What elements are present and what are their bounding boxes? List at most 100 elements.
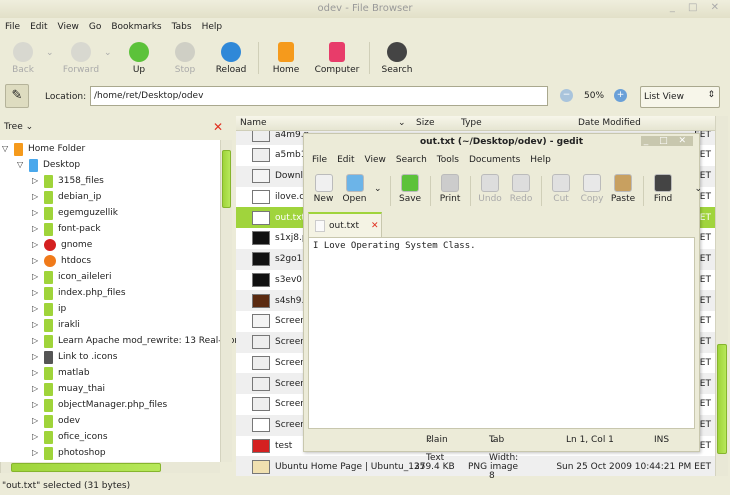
tree-item[interactable]: ▷ objectManager.php_files bbox=[32, 397, 167, 413]
column-name[interactable]: Name bbox=[240, 118, 267, 128]
tree-item[interactable]: ▽ Desktop bbox=[17, 157, 80, 173]
tab-width-select[interactable]: Tab Width: 8 ⌄ bbox=[489, 431, 518, 481]
collapsed-triangle-icon[interactable]: ▷ bbox=[32, 349, 44, 365]
tree-item[interactable]: ▷ icon_aileleri bbox=[32, 269, 111, 285]
gedit-menu-tools[interactable]: Tools bbox=[437, 152, 459, 168]
tree-item[interactable]: ▷ gnome bbox=[32, 237, 92, 253]
home-button[interactable]: Home bbox=[263, 38, 309, 75]
gedit-menu-view[interactable]: View bbox=[365, 152, 386, 168]
forward-button[interactable]: Forward bbox=[58, 38, 104, 75]
column-size[interactable]: Size bbox=[416, 118, 434, 128]
collapsed-triangle-icon[interactable]: ▷ bbox=[32, 365, 44, 381]
gedit-find-button[interactable]: Find bbox=[648, 172, 679, 210]
gedit-menu-documents[interactable]: Documents bbox=[469, 152, 520, 168]
column-date[interactable]: Date Modified bbox=[578, 118, 641, 128]
language-select[interactable]: Plain Text ⌄ bbox=[426, 431, 448, 463]
scrollbar-thumb[interactable] bbox=[222, 150, 231, 208]
collapsed-triangle-icon[interactable]: ▷ bbox=[32, 237, 44, 253]
column-type[interactable]: Type bbox=[461, 118, 482, 128]
tree-vertical-scrollbar[interactable] bbox=[220, 140, 232, 462]
tree-item[interactable]: ▷ irakli bbox=[32, 317, 80, 333]
tree-item[interactable]: ▷ Link to .icons bbox=[32, 349, 117, 365]
menu-file[interactable]: File bbox=[5, 18, 20, 36]
toolbar-overflow-chevron-icon[interactable]: ⌄ bbox=[695, 184, 703, 210]
tree-item[interactable]: ▷ egemguzellik bbox=[32, 205, 118, 221]
dropdown-chevron-icon[interactable]: ⌄ bbox=[46, 48, 58, 58]
gedit-menu-edit[interactable]: Edit bbox=[337, 152, 354, 168]
close-tab-icon[interactable]: ✕ bbox=[371, 221, 379, 231]
collapsed-triangle-icon[interactable]: ▷ bbox=[32, 285, 44, 301]
collapsed-triangle-icon[interactable]: ▷ bbox=[32, 205, 44, 221]
collapsed-triangle-icon[interactable]: ▷ bbox=[32, 381, 44, 397]
menu-help[interactable]: Help bbox=[202, 18, 223, 36]
computer-button[interactable]: Computer bbox=[309, 38, 365, 75]
gedit-undo-button[interactable]: Undo bbox=[475, 172, 506, 210]
zoom-out-icon[interactable]: − bbox=[560, 89, 573, 102]
gedit-menu-file[interactable]: File bbox=[312, 152, 327, 168]
reload-button[interactable]: Reload bbox=[208, 38, 254, 75]
menu-go[interactable]: Go bbox=[89, 18, 101, 36]
gedit-save-button[interactable]: Save bbox=[395, 172, 426, 210]
text-editor[interactable]: I Love Operating System Class. bbox=[308, 237, 695, 429]
tree-item[interactable]: ▷ htdocs bbox=[32, 253, 91, 269]
tree-item[interactable]: ▷ Learn Apache mod_rewrite: 13 Real-world bbox=[32, 333, 246, 349]
open-dropdown-chevron-icon[interactable]: ⌄ bbox=[374, 184, 382, 210]
sidebar-title[interactable]: Tree ⌄ bbox=[4, 122, 33, 132]
expanded-triangle-icon[interactable]: ▽ bbox=[2, 141, 14, 157]
stop-button[interactable]: Stop bbox=[162, 38, 208, 75]
menu-bookmarks[interactable]: Bookmarks bbox=[111, 18, 161, 36]
dropdown-chevron-icon[interactable]: ⌄ bbox=[104, 48, 116, 58]
tree-item[interactable]: ▷ photoshop bbox=[32, 445, 106, 461]
tree-item[interactable]: ▷ font-pack bbox=[32, 221, 101, 237]
menu-tabs[interactable]: Tabs bbox=[172, 18, 192, 36]
gedit-menu-help[interactable]: Help bbox=[530, 152, 551, 168]
tree-item[interactable]: ▷ ofice_icons bbox=[32, 429, 108, 445]
expanded-triangle-icon[interactable]: ▽ bbox=[17, 157, 29, 173]
gedit-redo-button[interactable]: Redo bbox=[506, 172, 537, 210]
up-button[interactable]: Up bbox=[116, 38, 162, 75]
tab-out-txt[interactable]: out.txt ✕ bbox=[308, 212, 382, 237]
gedit-copy-button[interactable]: Copy bbox=[577, 172, 608, 210]
menu-edit[interactable]: Edit bbox=[30, 18, 47, 36]
menu-view[interactable]: View bbox=[58, 18, 79, 36]
gedit-window-controls[interactable]: _ □ ✕ bbox=[640, 136, 693, 146]
view-select[interactable]: List View ⇕ bbox=[640, 86, 720, 108]
tree-item[interactable]: ▷ matlab bbox=[32, 365, 90, 381]
collapsed-triangle-icon[interactable]: ▷ bbox=[32, 413, 44, 429]
edit-location-icon[interactable]: ✎ bbox=[5, 84, 29, 108]
tree-item[interactable]: ▷ debian_ip bbox=[32, 189, 101, 205]
list-vertical-scrollbar[interactable] bbox=[715, 116, 728, 476]
gedit-menu-search[interactable]: Search bbox=[396, 152, 427, 168]
gedit-open-button[interactable]: Open bbox=[339, 172, 370, 210]
collapsed-triangle-icon[interactable]: ▷ bbox=[32, 317, 44, 333]
back-button[interactable]: Back bbox=[0, 38, 46, 75]
tree-item[interactable]: ▽ Home Folder bbox=[2, 141, 85, 157]
close-sidebar-icon[interactable]: ✕ bbox=[213, 120, 223, 134]
gedit-paste-button[interactable]: Paste bbox=[608, 172, 639, 210]
collapsed-triangle-icon[interactable]: ▷ bbox=[32, 221, 44, 237]
collapsed-triangle-icon[interactable]: ▷ bbox=[32, 269, 44, 285]
collapsed-triangle-icon[interactable]: ▷ bbox=[32, 301, 44, 317]
collapsed-triangle-icon[interactable]: ▷ bbox=[32, 397, 44, 413]
scrollbar-thumb[interactable] bbox=[717, 344, 727, 454]
collapsed-triangle-icon[interactable]: ▷ bbox=[32, 429, 44, 445]
collapsed-triangle-icon[interactable]: ▷ bbox=[32, 189, 44, 205]
collapsed-triangle-icon[interactable]: ▷ bbox=[32, 173, 44, 189]
tree-horizontal-scrollbar[interactable] bbox=[0, 462, 220, 473]
tree-item[interactable]: ▷ 3158_files bbox=[32, 173, 104, 189]
collapsed-triangle-icon[interactable]: ▷ bbox=[32, 253, 44, 269]
gedit-cut-button[interactable]: Cut bbox=[546, 172, 577, 210]
gedit-print-button[interactable]: Print bbox=[435, 172, 466, 210]
tree-item[interactable]: ▷ ip bbox=[32, 301, 66, 317]
window-controls[interactable]: _ □ ✕ bbox=[670, 2, 724, 13]
zoom-in-icon[interactable]: + bbox=[614, 89, 627, 102]
tree-item[interactable]: ▷ index.php_files bbox=[32, 285, 126, 301]
collapsed-triangle-icon[interactable]: ▷ bbox=[32, 445, 44, 461]
search-button[interactable]: Search bbox=[374, 38, 420, 75]
sort-chevron-icon[interactable]: ⌄ bbox=[398, 118, 406, 128]
gedit-new-button[interactable]: New bbox=[308, 172, 339, 210]
tree-item[interactable]: ▷ muay_thai bbox=[32, 381, 105, 397]
tree-item[interactable]: ▷ odev bbox=[32, 413, 80, 429]
collapsed-triangle-icon[interactable]: ▷ bbox=[32, 333, 44, 349]
scrollbar-thumb[interactable] bbox=[11, 463, 161, 472]
